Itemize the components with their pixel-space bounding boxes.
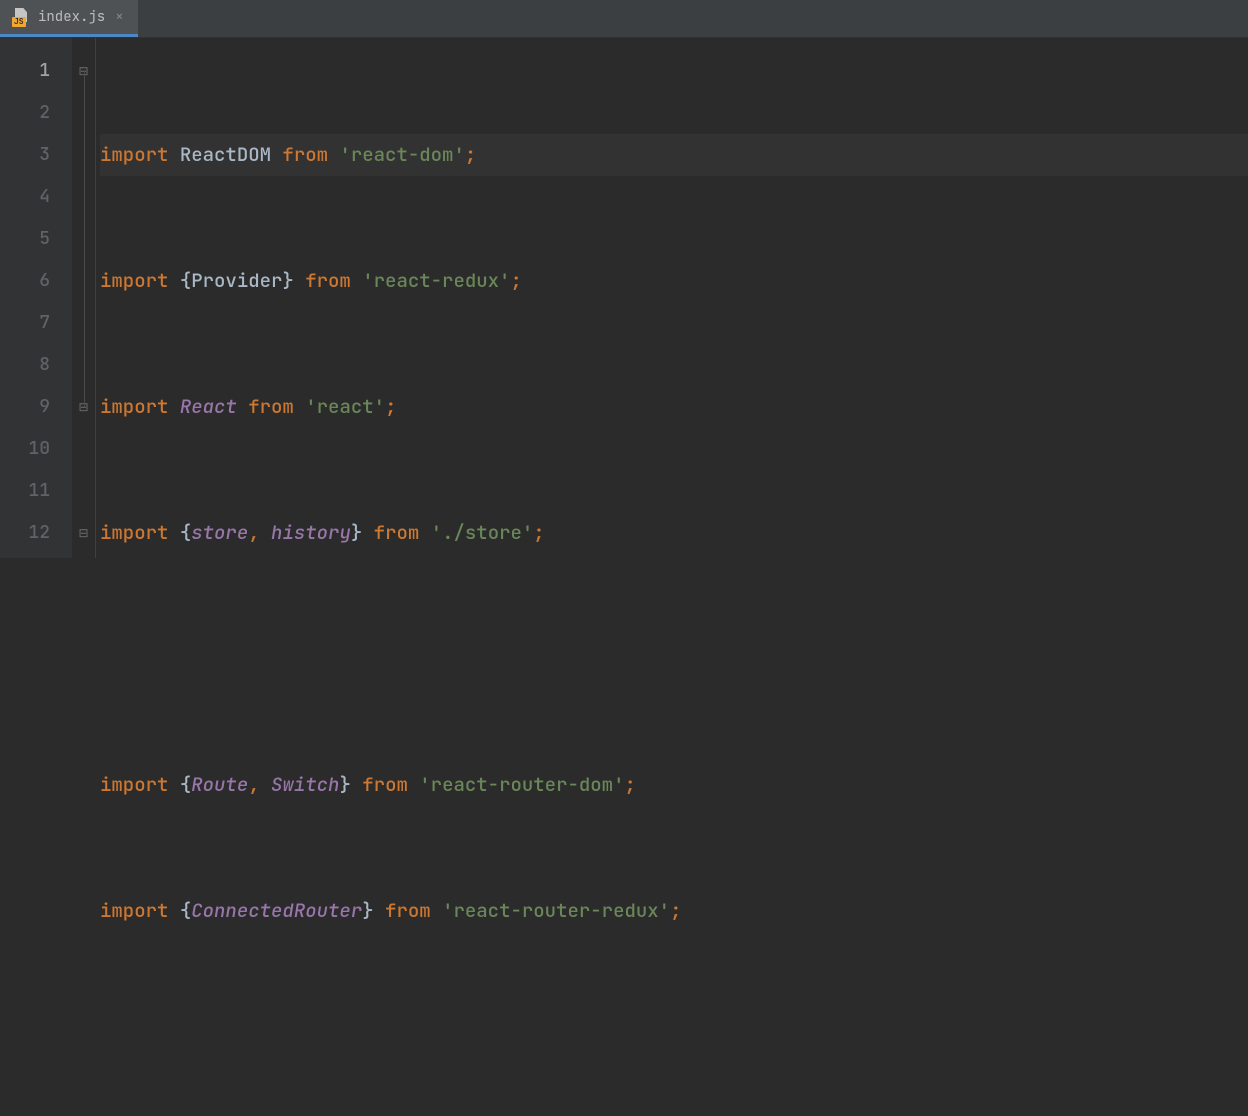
line-number[interactable]: 6 bbox=[0, 260, 72, 302]
fold-down-icon[interactable]: ⊟ bbox=[72, 50, 95, 92]
line-number[interactable]: 1 bbox=[0, 50, 72, 92]
line-number-gutter[interactable]: 1 2 3 4 5 6 7 8 9 10 11 12 bbox=[0, 38, 72, 558]
code-area[interactable]: import ReactDOM from 'react-dom'; import… bbox=[96, 38, 1248, 558]
fold-up-icon[interactable]: ⊟ bbox=[72, 386, 95, 428]
line-number[interactable]: 12 bbox=[0, 512, 72, 554]
fold-down-icon[interactable]: ⊟ bbox=[72, 512, 95, 554]
code-line: import {store, history} from './store'; bbox=[100, 512, 1248, 554]
code-line bbox=[100, 1016, 1248, 1058]
line-number[interactable]: 5 bbox=[0, 218, 72, 260]
editor: 1 2 3 4 5 6 7 8 9 10 11 12 ⊟ ⊟ ⊟ import … bbox=[0, 38, 1248, 558]
code-line: import {ConnectedRouter} from 'react-rou… bbox=[100, 890, 1248, 932]
line-number[interactable]: 8 bbox=[0, 344, 72, 386]
code-line: import React from 'react'; bbox=[100, 386, 1248, 428]
line-number[interactable]: 3 bbox=[0, 134, 72, 176]
close-icon[interactable]: × bbox=[113, 8, 125, 26]
tab-index-js[interactable]: JS index.js × bbox=[0, 0, 138, 37]
code-line bbox=[100, 638, 1248, 680]
line-number[interactable]: 11 bbox=[0, 470, 72, 512]
line-number[interactable]: 9 bbox=[0, 386, 72, 428]
line-number[interactable]: 4 bbox=[0, 176, 72, 218]
code-line: import ReactDOM from 'react-dom'; bbox=[100, 134, 1248, 176]
code-line: import {Provider} from 'react-redux'; bbox=[100, 260, 1248, 302]
line-number[interactable]: 10 bbox=[0, 428, 72, 470]
file-icon-badge: JS bbox=[12, 17, 26, 27]
line-number[interactable]: 7 bbox=[0, 302, 72, 344]
js-file-icon: JS bbox=[12, 8, 30, 26]
tab-bar: JS index.js × bbox=[0, 0, 1248, 38]
fold-gutter: ⊟ ⊟ ⊟ bbox=[72, 38, 96, 558]
line-number[interactable]: 2 bbox=[0, 92, 72, 134]
code-line: import {Route, Switch} from 'react-route… bbox=[100, 764, 1248, 806]
tab-label: index.js bbox=[38, 8, 105, 26]
